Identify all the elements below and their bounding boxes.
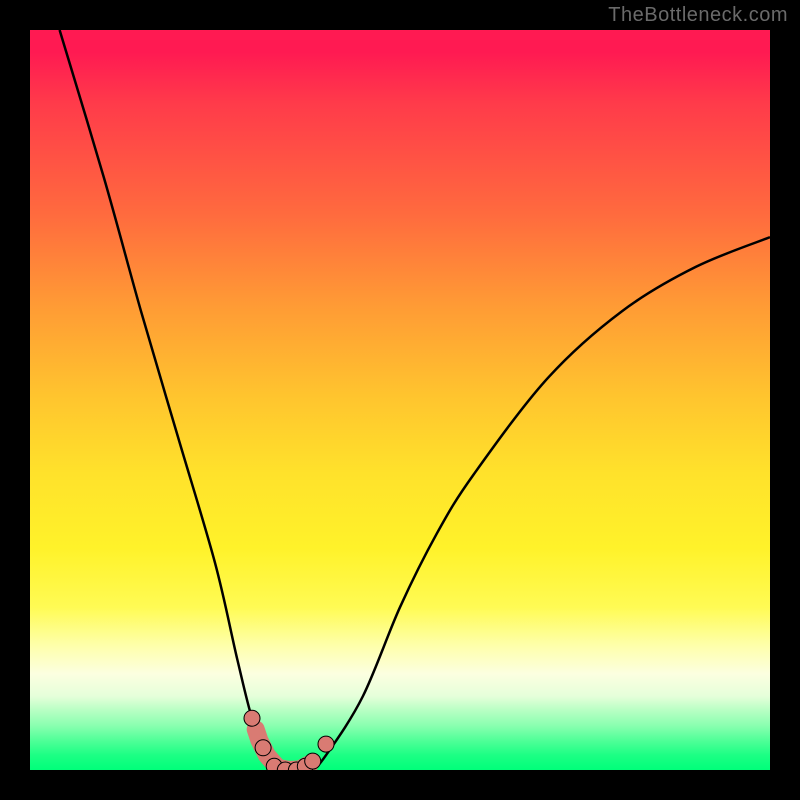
watermark-text: TheBottleneck.com — [608, 4, 788, 27]
plot-area — [30, 30, 770, 770]
curve-marker — [255, 740, 271, 756]
curve-marker — [318, 736, 334, 752]
bottleneck-curve-svg — [30, 30, 770, 770]
curve-marker — [305, 753, 321, 769]
bottleneck-curve-path — [60, 30, 770, 770]
curve-marker — [244, 710, 260, 726]
chart-frame: TheBottleneck.com — [0, 0, 800, 800]
